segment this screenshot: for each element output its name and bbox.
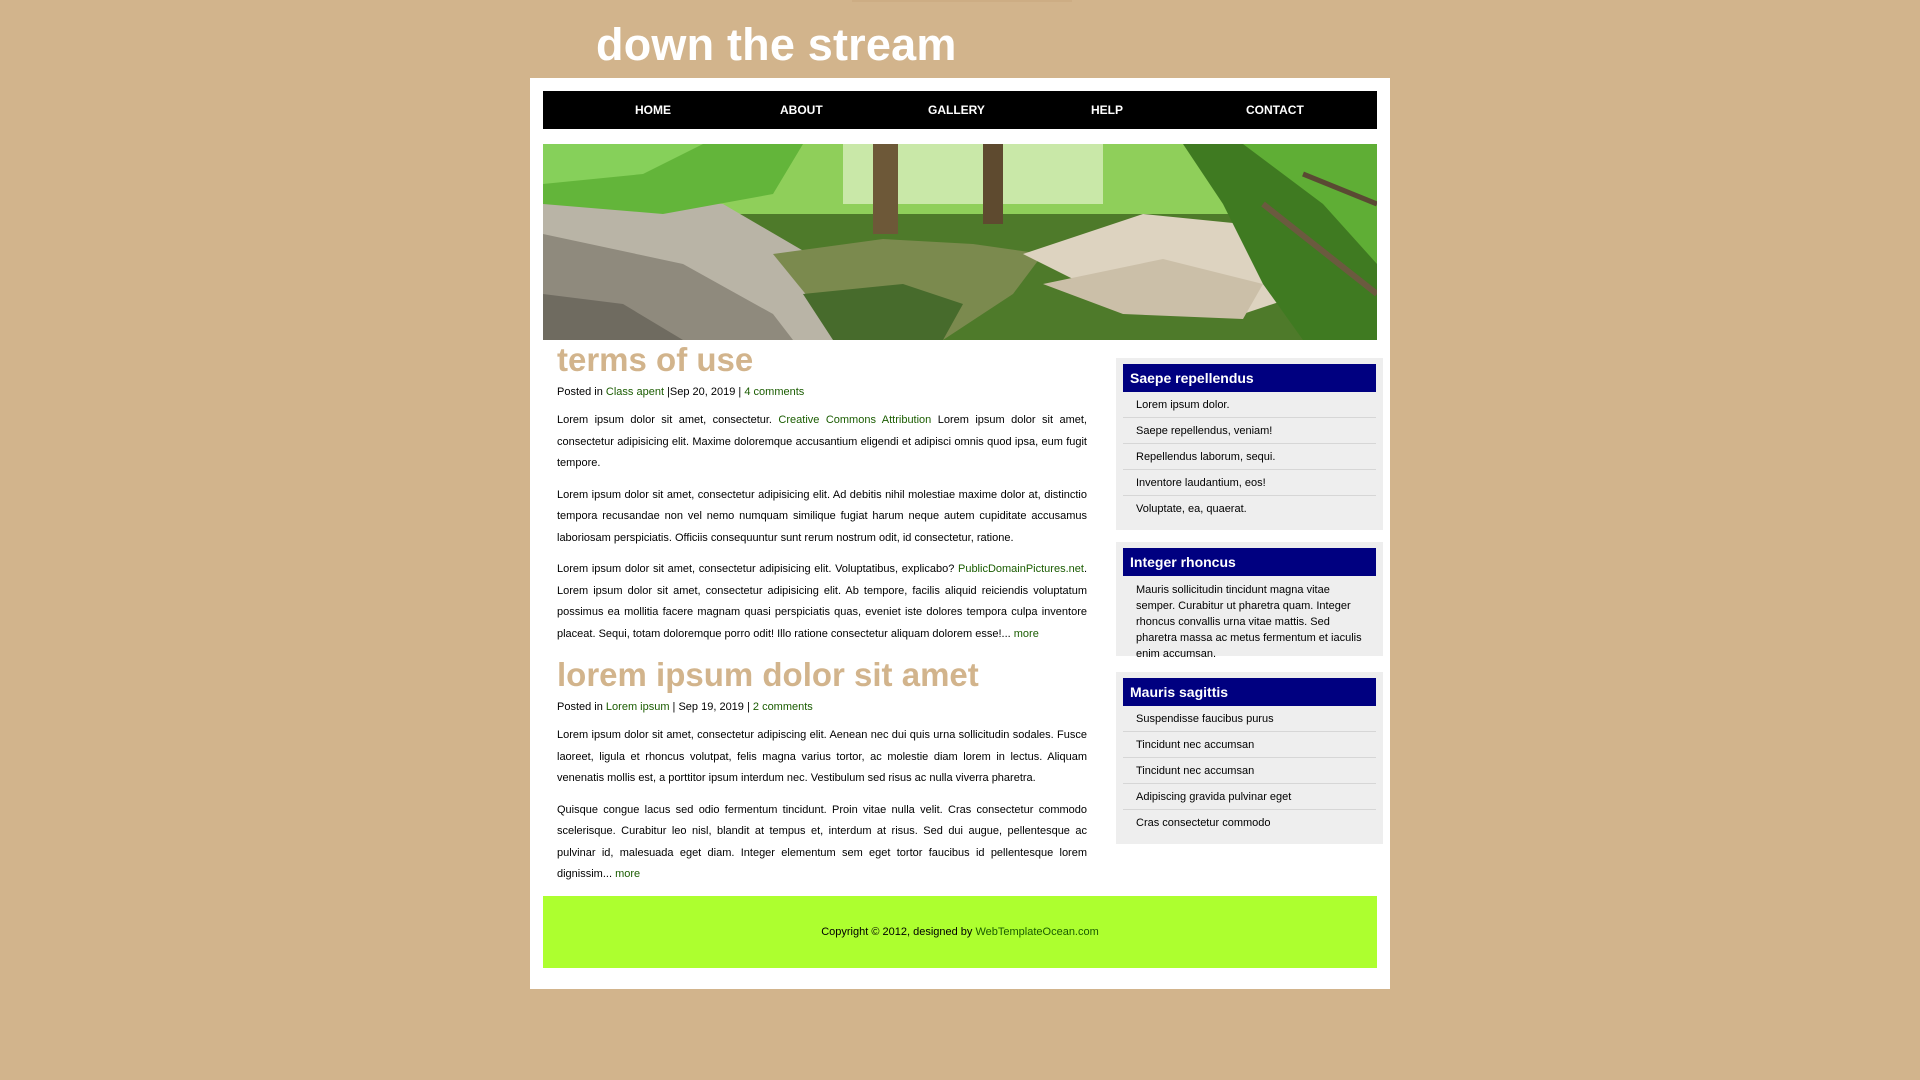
read-more-link[interactable]: more [1014, 628, 1039, 640]
post-comments-link[interactable]: 4 comments [744, 386, 804, 398]
nav-help[interactable]: HELP [1091, 91, 1123, 129]
widget-link-list: Lorem ipsum dolor. Saepe repellendus, ve… [1123, 392, 1376, 522]
widget-list-item[interactable]: Tincidunt nec accumsan [1123, 758, 1376, 784]
nav-contact[interactable]: CONTACT [1246, 91, 1304, 129]
widget-list-item[interactable]: Cras consectetur commodo [1123, 810, 1376, 836]
sidebar-widget: Mauris sagittis Suspendisse faucibus pur… [1116, 672, 1383, 844]
post-category-link[interactable]: Lorem ipsum [606, 701, 670, 713]
widget-title: Integer rhoncus [1123, 548, 1376, 576]
page-container: HOME ABOUT GALLERY HELP CONTACT terms of… [530, 78, 1390, 989]
source-link[interactable]: PublicDomainPictures.net [958, 563, 1084, 575]
post-paragraph: Lorem ipsum dolor sit amet, consectetur … [557, 729, 1087, 784]
widget-list-item[interactable]: Tincidunt nec accumsan [1123, 732, 1376, 758]
designer-link[interactable]: WebTemplateOcean.com [975, 926, 1098, 938]
widget-link-list: Suspendisse faucibus purus Tincidunt nec… [1123, 706, 1376, 836]
widget-title: Saepe repellendus [1123, 364, 1376, 392]
post-category-link[interactable]: Class apent [606, 386, 664, 398]
header-banner-image [543, 144, 1377, 340]
post-paragraph: Lorem ipsum dolor sit amet, consectetur … [557, 563, 1087, 640]
widget-list-item[interactable]: Inventore laudantium, eos! [1123, 470, 1376, 496]
nav-about[interactable]: ABOUT [780, 91, 823, 129]
widget-list-item[interactable]: Suspendisse faucibus purus [1123, 706, 1376, 732]
widget-title: Mauris sagittis [1123, 678, 1376, 706]
main-navigation: HOME ABOUT GALLERY HELP CONTACT [543, 91, 1377, 129]
post: lorem ipsum dolor sit amet Posted in Lor… [557, 655, 1087, 886]
widget-text: Mauris sollicitudin tincidunt magna vita… [1136, 584, 1362, 660]
post-meta: Posted in Class apent |Sep 20, 2019 | 4 … [557, 386, 805, 398]
post-title[interactable]: terms of use [557, 340, 1087, 380]
sidebar-widget: Saepe repellendus Lorem ipsum dolor. Sae… [1116, 358, 1383, 530]
post-title[interactable]: lorem ipsum dolor sit amet [557, 655, 1087, 695]
widget-list-item[interactable]: Lorem ipsum dolor. [1123, 392, 1376, 418]
site-title: down the stream [596, 19, 957, 70]
widget-list-item[interactable]: Adipiscing gravida pulvinar eget [1123, 784, 1376, 810]
post-paragraph: Quisque congue lacus sed odio fermentum … [557, 803, 1087, 881]
post-meta: Posted in Lorem ipsum | Sep 19, 2019 | 2… [557, 701, 813, 713]
post-paragraph: Lorem ipsum dolor sit amet, consectetur.… [557, 414, 1087, 469]
post-comments-link[interactable]: 2 comments [753, 701, 813, 713]
widget-list-item[interactable]: Repellendus laborum, sequi. [1123, 444, 1376, 470]
copyright-text: Copyright © 2012, designed by [821, 926, 976, 938]
sidebar-widget: Integer rhoncus Mauris sollicitudin tinc… [1116, 542, 1383, 660]
nav-home[interactable]: HOME [635, 91, 671, 129]
widget-list-item[interactable]: Saepe repellendus, veniam! [1123, 418, 1376, 444]
nav-gallery[interactable]: GALLERY [928, 91, 985, 129]
read-more-link[interactable]: more [615, 868, 640, 880]
post: terms of use Posted in Class apent |Sep … [557, 340, 1087, 645]
widget-list-item[interactable]: Voluptate, ea, quaerat. [1123, 496, 1376, 522]
main-content: terms of use Posted in Class apent |Sep … [557, 340, 1087, 886]
post-paragraph: Lorem ipsum dolor sit amet, consectetur … [557, 488, 1087, 544]
footer: Copyright © 2012, designed by WebTemplat… [543, 896, 1377, 968]
top-edge-decoration [852, 0, 1072, 2]
attribution-link[interactable]: Creative Commons Attribution [778, 414, 931, 426]
